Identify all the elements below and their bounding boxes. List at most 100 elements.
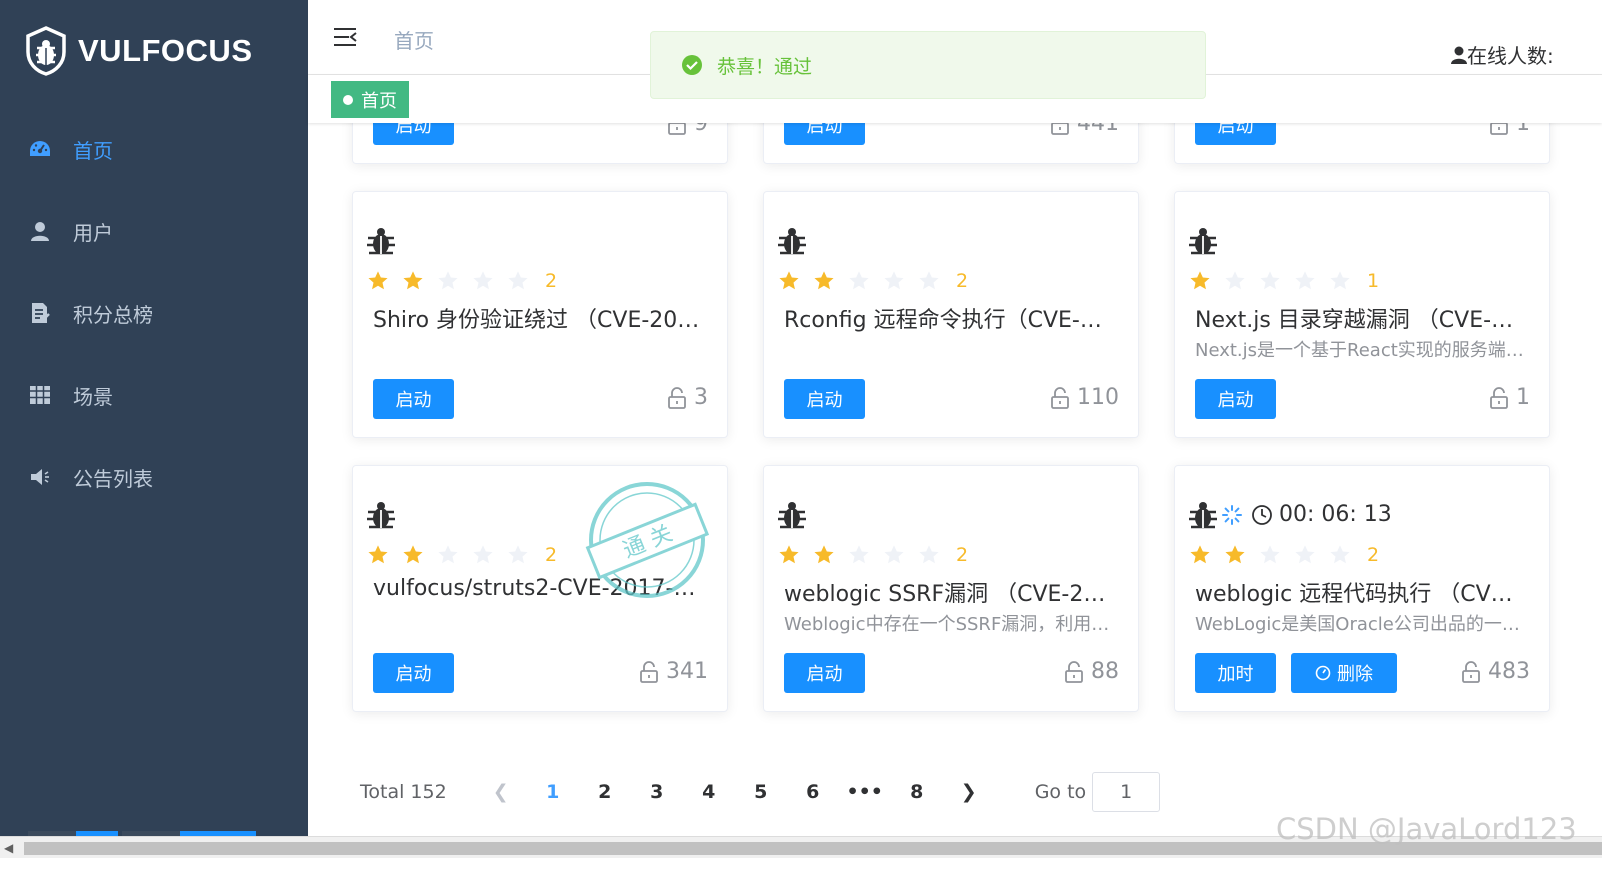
- star-filled-icon: [403, 545, 423, 564]
- page-number[interactable]: 8: [891, 781, 943, 803]
- solve-count-value: 110: [1077, 385, 1119, 410]
- sidebar-item-scene[interactable]: 场景: [0, 354, 308, 436]
- unlock-icon: [1490, 386, 1508, 409]
- pagination: Total 152 ❮ 1 2 3 4 5 6 ••• 8 ❯ Go to: [360, 772, 1161, 812]
- page-number[interactable]: 6: [787, 781, 839, 803]
- prev-page-icon[interactable]: ❮: [475, 781, 527, 803]
- star-filled-icon: [403, 271, 423, 290]
- bug-icon: [367, 502, 395, 529]
- sidebar-item-notices[interactable]: 公告列表: [0, 436, 308, 518]
- shield-bug-logo-icon: [26, 26, 66, 76]
- check-circle-icon: [682, 55, 702, 75]
- star-empty-icon: [508, 271, 528, 290]
- breadcrumb[interactable]: 首页: [394, 25, 434, 54]
- page-number[interactable]: 1: [527, 781, 579, 803]
- solve-count-value: 341: [666, 659, 708, 684]
- rating-value: 2: [956, 544, 969, 566]
- star-filled-icon: [814, 545, 834, 564]
- sidebar-item-label: 场景: [73, 384, 113, 409]
- solve-count: 483: [1462, 659, 1530, 684]
- ranking-icon: [28, 301, 52, 325]
- page-bottom: [0, 858, 1602, 878]
- extend-time-button[interactable]: 加时: [1195, 653, 1276, 693]
- hamburger-icon[interactable]: [334, 27, 358, 51]
- unlock-icon: [1051, 386, 1069, 409]
- star-filled-icon: [1190, 545, 1210, 564]
- page-number[interactable]: 2: [579, 781, 631, 803]
- app-logo[interactable]: VULFOCUS: [24, 26, 253, 76]
- stop-circle-icon: [1315, 665, 1331, 681]
- goto-label: Go to: [1034, 781, 1087, 803]
- star-filled-icon: [779, 271, 799, 290]
- dot-icon: [343, 94, 353, 105]
- scene-card: 00: 06: 13 2 weblogic 远程代码执行 （CVE-2020-1…: [1174, 465, 1550, 712]
- unlock-icon: [1462, 660, 1480, 683]
- star-filled-icon: [1225, 545, 1245, 564]
- star-empty-icon: [508, 545, 528, 564]
- pagination-total: Total 152: [360, 781, 447, 803]
- page-number[interactable]: 3: [631, 781, 683, 803]
- start-button[interactable]: 启动: [784, 653, 865, 693]
- start-button[interactable]: 启动: [1195, 379, 1276, 419]
- star-empty-icon: [849, 545, 869, 564]
- star-empty-icon: [473, 545, 493, 564]
- next-page-icon[interactable]: ❯: [943, 781, 995, 803]
- star-filled-icon: [1190, 271, 1210, 290]
- page-number[interactable]: 5: [735, 781, 787, 803]
- online-label: 在线人数:: [1467, 44, 1554, 68]
- scene-title: weblogic SSRF漏洞 （CVE-2014-4210）: [784, 582, 1114, 607]
- page-number[interactable]: 4: [683, 781, 735, 803]
- rating-stars: 1: [1189, 270, 1379, 292]
- rating-value: 2: [1367, 544, 1380, 566]
- star-empty-icon: [1260, 545, 1280, 564]
- start-button[interactable]: 启动: [373, 653, 454, 693]
- sidebar-item-label: 首页: [73, 138, 113, 163]
- goto-page: Go to: [1034, 772, 1161, 812]
- rating-stars: 2: [778, 270, 968, 292]
- star-empty-icon: [1260, 271, 1280, 290]
- scene-title: weblogic 远程代码执行 （CVE-2020-14882）: [1195, 582, 1525, 607]
- rating-value: 2: [545, 544, 558, 566]
- sidebar-item-home[interactable]: 首页: [0, 108, 308, 190]
- start-button[interactable]: 启动: [373, 379, 454, 419]
- loading-icon: [1222, 504, 1242, 525]
- timer-value: 00: 06: 13: [1279, 502, 1392, 527]
- solve-count: 3: [668, 385, 708, 410]
- star-filled-icon: [814, 271, 834, 290]
- scene-description: Weblogic中存在一个SSRF漏洞，利用该漏洞可以发送任意HTTP请求: [784, 614, 1114, 635]
- star-empty-icon: [849, 271, 869, 290]
- solve-count-value: 3: [694, 385, 708, 410]
- user-icon: [1451, 46, 1467, 64]
- delete-label: 删除: [1337, 664, 1373, 685]
- clock-icon: [1252, 504, 1272, 525]
- star-empty-icon: [438, 545, 458, 564]
- star-empty-icon: [884, 545, 904, 564]
- star-empty-icon: [473, 271, 493, 290]
- scene-title: Shiro 身份验证绕过 （CVE-2020-1957）: [373, 308, 703, 333]
- sidebar-item-user[interactable]: 用户: [0, 190, 308, 272]
- rating-stars: 2: [1189, 544, 1379, 566]
- unlock-icon: [668, 386, 686, 409]
- more-pages-icon[interactable]: •••: [839, 781, 891, 803]
- star-empty-icon: [1225, 271, 1245, 290]
- goto-page-input[interactable]: [1092, 772, 1161, 812]
- success-toast: 恭喜！通过: [650, 31, 1206, 99]
- rating-stars: 2: [367, 544, 557, 566]
- scene-card: 2 Rconfig 远程命令执行（CVE-2019-16662） 启动 110: [763, 191, 1139, 438]
- toast-message: 恭喜！通过: [717, 55, 813, 78]
- solve-count-value: 88: [1091, 659, 1119, 684]
- scene-description: Next.js是一个基于React实现的服务端渲染框架: [1195, 340, 1525, 361]
- scene-card: 1 Next.js 目录穿越漏洞 （CVE-2017-16877） Next.j…: [1174, 191, 1550, 438]
- sidebar-item-ranking[interactable]: 积分总榜: [0, 272, 308, 354]
- start-button[interactable]: 启动: [784, 379, 865, 419]
- rating-stars: 2: [778, 544, 968, 566]
- scroll-left-icon[interactable]: ◀: [4, 841, 13, 855]
- unlock-icon: [1065, 660, 1083, 683]
- star-filled-icon: [368, 271, 388, 290]
- sidebar-menu: 首页 用户 积分总榜 场景 公告列表: [0, 108, 308, 518]
- tag-home[interactable]: 首页: [331, 81, 409, 118]
- delete-button[interactable]: 删除: [1291, 653, 1397, 693]
- star-empty-icon: [1295, 545, 1315, 564]
- countdown-timer: 00: 06: 13: [1221, 502, 1392, 527]
- rating-value: 2: [956, 270, 969, 292]
